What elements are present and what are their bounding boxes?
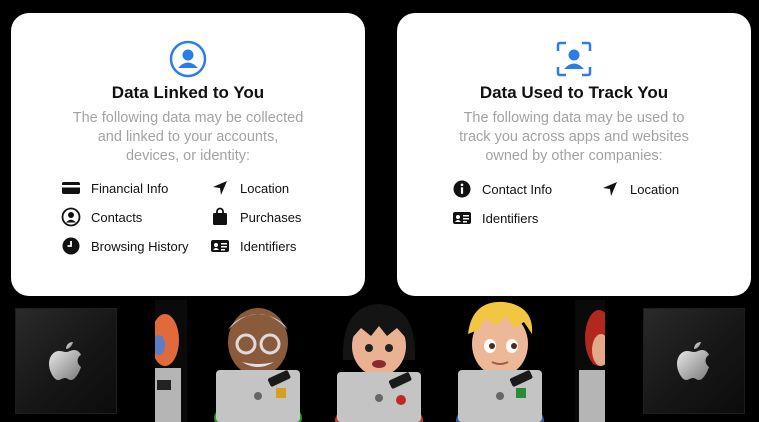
card-description: The following data may be collected and …	[72, 110, 304, 164]
card-description: The following data may be used to track …	[459, 110, 689, 164]
apple-logo-tile	[643, 308, 745, 414]
item-location: Location	[210, 177, 289, 199]
clock-icon	[62, 237, 80, 255]
card-title: Data Used to Track You	[479, 83, 669, 102]
item-location: Location	[600, 178, 679, 200]
memoji-partial-left	[155, 300, 187, 422]
item-identifiers: Identifiers	[210, 235, 296, 257]
item-identifiers: Identifiers	[452, 207, 538, 229]
info-circle-icon	[453, 180, 471, 198]
id-card-icon	[211, 240, 229, 252]
memoji-partial-right	[575, 300, 605, 422]
item-financial-info: Financial Info	[61, 177, 168, 199]
id-card-icon	[453, 212, 471, 224]
memoji-girl-bangs	[331, 300, 427, 422]
person-tracking-frame-icon	[556, 41, 592, 77]
contact-person-icon	[61, 207, 81, 227]
location-arrow-icon	[213, 181, 227, 195]
shopping-bag-icon	[213, 207, 227, 225]
data-linked-card: Data Linked to You The following data ma…	[11, 13, 365, 296]
apple-logo-tile	[15, 308, 117, 414]
item-contacts: Contacts	[61, 206, 142, 228]
card-title: Data Linked to You	[111, 83, 265, 102]
person-circle-icon	[169, 40, 207, 78]
memoji-man-glasses	[210, 300, 306, 422]
location-arrow-icon	[603, 182, 617, 196]
data-tracking-card: Data Used to Track You The following dat…	[397, 13, 751, 296]
memoji-blond-boy	[452, 300, 548, 422]
item-contact-info: Contact Info	[452, 178, 552, 200]
apple-logo-icon	[49, 342, 81, 380]
item-purchases: Purchases	[210, 206, 301, 228]
apple-logo-icon	[677, 342, 709, 380]
item-browsing-history: Browsing History	[61, 235, 189, 257]
credit-card-icon	[62, 182, 80, 194]
